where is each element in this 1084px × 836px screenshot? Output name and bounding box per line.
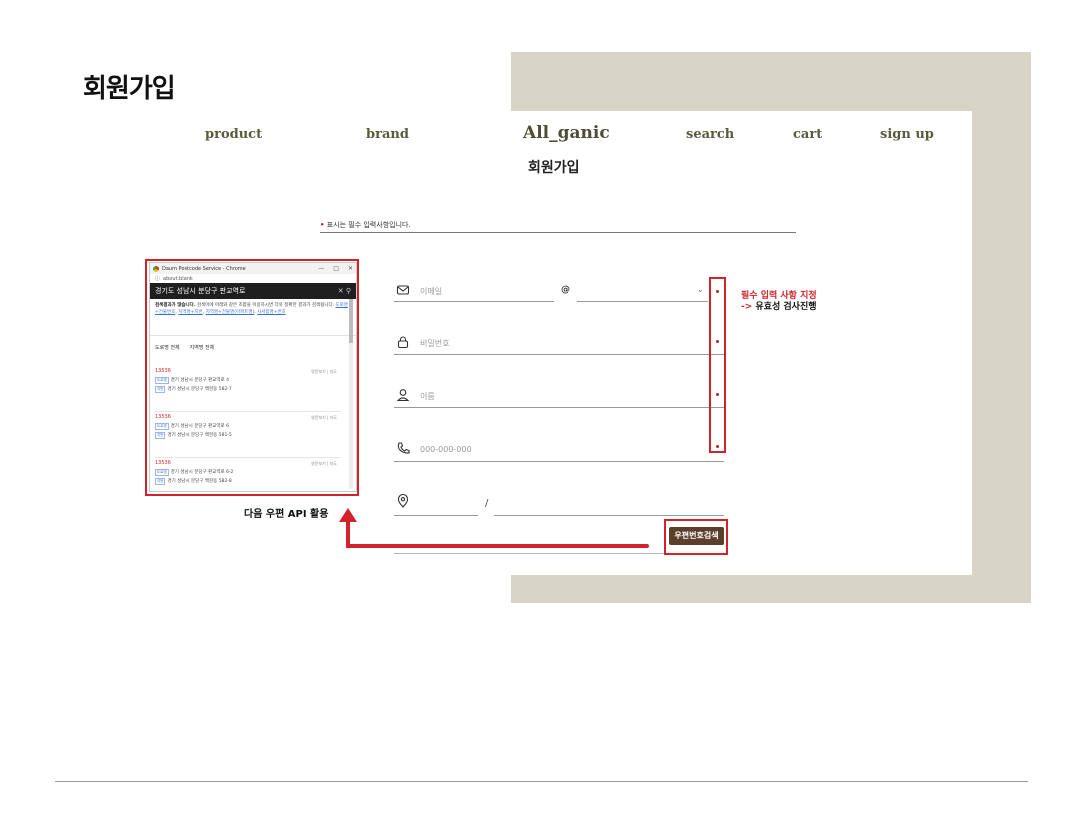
validation-annotation: -> 유효성 검사진행: [741, 299, 817, 312]
chrome-icon: [153, 265, 159, 272]
popup-description: 검색결과가 많습니다. 검색어에 아래와 같은 조합을 이용하시면 더욱 정확한…: [150, 299, 356, 336]
required-note-text: 표시는 필수 입력사항입니다.: [326, 221, 411, 229]
jibun-tag: 지번: [155, 432, 166, 439]
nav-sign-up[interactable]: sign up: [880, 127, 934, 142]
at-sign: @: [561, 285, 570, 295]
required-highlight-box: [709, 277, 726, 453]
filter-road-select[interactable]: 도로명 전체: [155, 344, 180, 351]
phone-underline: [394, 461, 724, 462]
popup-titlebar[interactable]: Daum Postcode Service - Chrome — □ ✕: [150, 263, 356, 274]
jibun-tag: 지번: [155, 478, 166, 485]
result-road-address[interactable]: 경기 성남시 분당구 판교역로 6-2: [171, 470, 234, 475]
popup-search-bar[interactable]: 경기도 성남시 분당구 판교역로 ✕ ⚲: [150, 283, 356, 299]
postcode-popup-window[interactable]: Daum Postcode Service - Chrome — □ ✕ ⓘ a…: [149, 262, 357, 492]
popup-window-title: Daum Postcode Service - Chrome: [162, 265, 246, 272]
footer-divider: [55, 781, 1028, 782]
popup-search-query[interactable]: 경기도 성남시 분당구 판교역로: [155, 286, 245, 296]
red-arrow-line: [346, 520, 350, 548]
zipcode-input[interactable]: [394, 515, 478, 516]
result-jibun-address[interactable]: 경기 성남시 분당구 백현동 581-5: [167, 433, 231, 438]
popup-scrollbar[interactable]: [349, 299, 353, 489]
result-links[interactable]: 영문보기 | 지도: [311, 461, 337, 467]
scrollbar-thumb[interactable]: [349, 299, 353, 343]
result-zip: 13536: [155, 414, 171, 420]
email-underline: [394, 301, 554, 302]
filter-region-select[interactable]: 지역명 전체: [190, 344, 215, 351]
phone-input[interactable]: 000-000-000: [420, 445, 472, 454]
popup-desc-bold: 검색결과가 많습니다.: [155, 303, 196, 308]
close-icon[interactable]: ✕: [348, 265, 353, 272]
validation-annotation-text: 유효성 검사진행: [755, 302, 817, 312]
user-icon: [396, 389, 410, 402]
email-input[interactable]: 이메일: [420, 286, 442, 297]
page-heading: 회원가입: [83, 74, 176, 104]
result-links[interactable]: 영문보기 | 지도: [311, 415, 337, 421]
validation-arrow: ->: [741, 302, 753, 312]
list-item[interactable]: 13536 영문보기 | 지도 도로명 경기 성남시 분당구 판교역로 4 지번 경…: [155, 366, 341, 412]
road-tag: 도로명: [155, 423, 169, 430]
result-jibun-address[interactable]: 경기 성남시 분당구 백현동 582-7: [167, 387, 231, 392]
address-input[interactable]: [494, 515, 724, 516]
red-arrow-head-icon: [339, 508, 357, 522]
name-input[interactable]: 이름: [420, 391, 435, 402]
email-icon: [396, 285, 410, 295]
road-tag: 도로명: [155, 469, 169, 476]
result-road-address[interactable]: 경기 성남시 분당구 판교역로 6: [171, 424, 229, 429]
result-zip: 13536: [155, 368, 171, 374]
api-caption: 다음 우편 API 활용: [244, 509, 329, 520]
chevron-down-icon[interactable]: ⌄: [697, 285, 704, 294]
road-tag: 도로명: [155, 377, 169, 384]
result-links[interactable]: 영문보기 | 지도: [311, 369, 337, 375]
password-underline: [394, 354, 724, 355]
result-zip: 13536: [155, 460, 171, 466]
required-note: • 표시는 필수 입력사항입니다.: [320, 220, 411, 230]
site-logo[interactable]: All_ganic: [523, 123, 610, 143]
button-highlight-box: [664, 519, 728, 555]
jibun-tag: 지번: [155, 386, 166, 393]
address-separator: /: [485, 498, 489, 509]
maximize-icon[interactable]: □: [333, 265, 339, 272]
location-pin-icon: [397, 494, 409, 508]
popup-desc-text: 검색어에 아래와 같은 조합을 이용하시면 더욱 정확한 결과가 검색됩니다.: [195, 303, 335, 308]
lock-icon: [397, 336, 409, 349]
result-road-address[interactable]: 경기 성남시 분당구 판교역로 4: [171, 378, 229, 383]
minimize-icon[interactable]: —: [318, 265, 324, 272]
nav-brand[interactable]: brand: [366, 127, 409, 142]
name-underline: [394, 407, 724, 408]
nav-search[interactable]: search: [686, 127, 734, 142]
popup-link[interactable]: 지역명+건물명(아파트명): [206, 310, 255, 315]
phone-icon: [397, 442, 410, 454]
list-item[interactable]: 13536 영문보기 | 지도 도로명 경기 성남시 분당구 판교역로 6 지번 경…: [155, 412, 341, 458]
popup-url: about:blank: [163, 275, 193, 282]
email-domain-select[interactable]: [577, 301, 708, 302]
popup-address-bar[interactable]: ⓘ about:blank: [150, 274, 356, 283]
popup-filters: 도로명 전체 지역명 전체: [150, 336, 356, 355]
form-title: 회원가입: [528, 160, 580, 176]
password-input[interactable]: 비밀번호: [420, 338, 449, 349]
list-item[interactable]: 13536 영문보기 | 지도 도로명 경기 성남시 분당구 판교역로 6-2 지…: [155, 458, 341, 491]
popup-link[interactable]: 사서함명+번호: [257, 310, 286, 315]
divider: [320, 232, 796, 233]
red-arrow-line: [348, 544, 649, 548]
nav-cart[interactable]: cart: [793, 127, 822, 142]
popup-result-list: 13536 영문보기 | 지도 도로명 경기 성남시 분당구 판교역로 4 지번 경…: [155, 366, 341, 491]
search-icon[interactable]: ✕ ⚲: [338, 287, 351, 295]
required-dot-icon: •: [320, 221, 325, 229]
info-icon: ⓘ: [155, 276, 161, 282]
popup-link[interactable]: 지역명+지번: [178, 310, 202, 315]
result-jibun-address[interactable]: 경기 성남시 분당구 백현동 582-8: [167, 479, 231, 484]
nav-product[interactable]: product: [205, 127, 262, 142]
